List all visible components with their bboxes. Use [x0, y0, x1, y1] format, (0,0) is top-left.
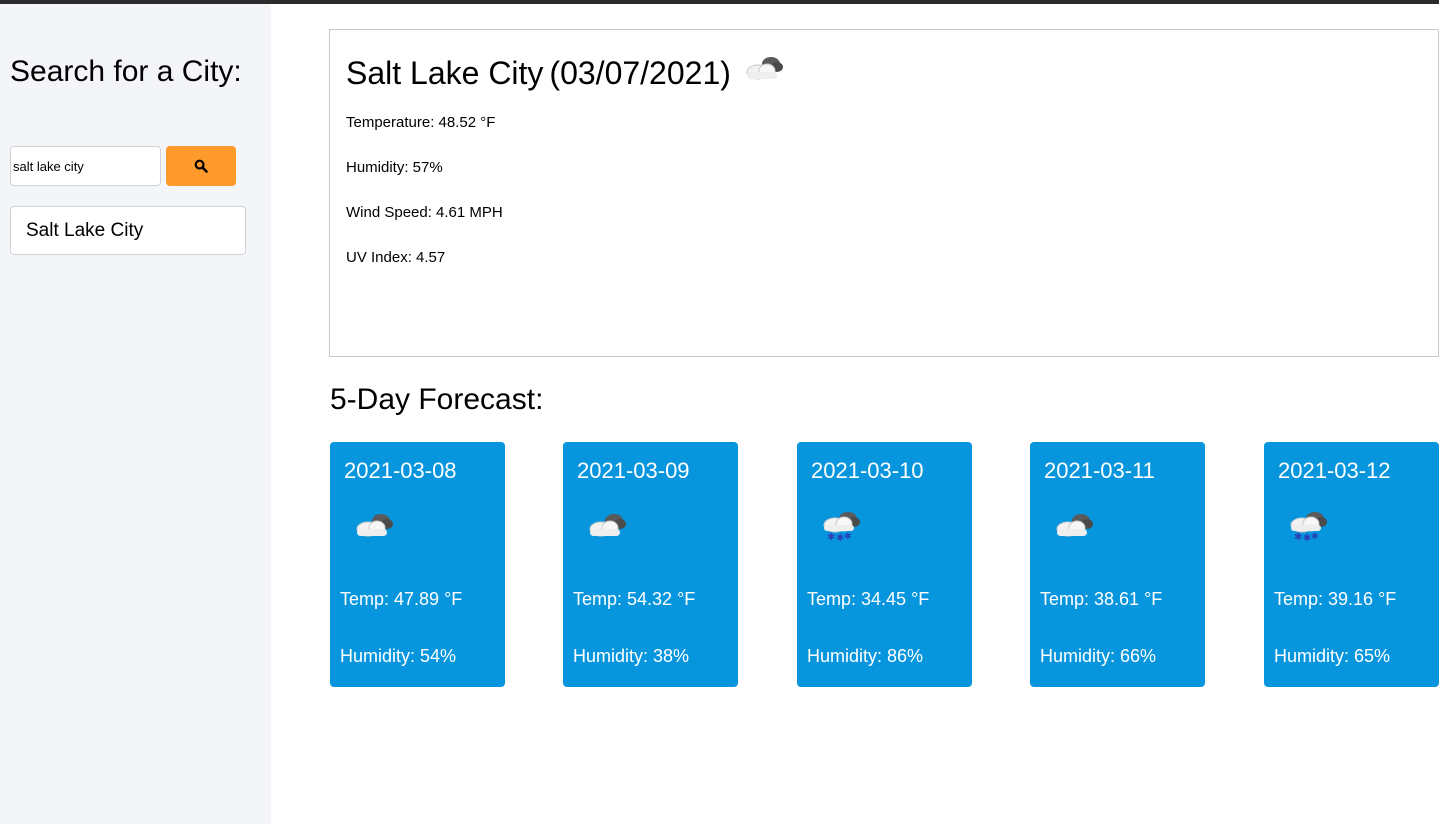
sidebar: Search for a City: Salt Lake City — [0, 4, 271, 824]
search-title: Search for a City: — [10, 55, 242, 88]
forecast-card: 2021-03-12 ✱ ✱ ✱ Temp: 39.16 °F Humidity… — [1264, 442, 1439, 687]
search-icon — [194, 159, 208, 173]
forecast-humidity: Humidity: 65% — [1274, 646, 1391, 666]
forecast-temp: Temp: 54.32 °F — [573, 589, 696, 609]
svg-text:✱: ✱ — [844, 532, 852, 542]
forecast-humidity: Humidity: 54% — [340, 646, 457, 666]
cloudy-icon — [1050, 508, 1096, 547]
current-date: (03/07/2021) — [549, 54, 731, 91]
current-wind-speed: Wind Speed: 4.61 MPH — [346, 204, 503, 221]
svg-text:✱: ✱ — [827, 532, 835, 542]
forecast-card: 2021-03-10 ✱ ✱ ✱ Temp: 34.45 °F Humidity… — [797, 442, 972, 687]
search-input[interactable] — [10, 146, 161, 186]
forecast-humidity: Humidity: 66% — [1040, 646, 1157, 666]
cloudy-icon — [583, 508, 629, 547]
cloudy-icon — [350, 508, 396, 547]
current-temperature: Temperature: 48.52 °F — [346, 114, 496, 131]
forecast-temp: Temp: 38.61 °F — [1040, 589, 1163, 609]
forecast-card: 2021-03-08 Temp: 47.89 °F Humidity: 54% — [330, 442, 505, 687]
forecast-date: 2021-03-12 — [1278, 458, 1391, 483]
forecast-date: 2021-03-10 — [811, 458, 924, 483]
search-button[interactable] — [166, 146, 236, 186]
forecast-date: 2021-03-11 — [1044, 458, 1155, 483]
forecast-card: 2021-03-11 Temp: 38.61 °F Humidity: 66% — [1030, 442, 1205, 687]
cloudy-icon — [741, 52, 785, 93]
forecast-temp: Temp: 34.45 °F — [807, 589, 930, 609]
history-item-salt-lake-city[interactable]: Salt Lake City — [10, 206, 246, 255]
svg-text:✱: ✱ — [1311, 532, 1319, 542]
snow-icon: ✱ ✱ ✱ — [1284, 508, 1330, 547]
current-weather-panel: Salt Lake City (03/07/2021) Temperature:… — [329, 29, 1439, 357]
forecast-date: 2021-03-09 — [577, 458, 690, 483]
forecast-date: 2021-03-08 — [344, 458, 457, 483]
current-weather-heading: Salt Lake City (03/07/2021) — [346, 52, 785, 93]
snow-icon: ✱ ✱ ✱ — [817, 508, 863, 547]
current-uv-index: UV Index: 4.57 — [346, 249, 446, 266]
svg-text:✱: ✱ — [1294, 532, 1302, 542]
forecast-humidity: Humidity: 38% — [573, 646, 690, 666]
forecast-temp: Temp: 39.16 °F — [1274, 589, 1397, 609]
forecast-temp: Temp: 47.89 °F — [340, 589, 463, 609]
current-city: Salt Lake City — [346, 54, 544, 91]
current-humidity: Humidity: 57% — [346, 159, 443, 176]
forecast-card: 2021-03-09 Temp: 54.32 °F Humidity: 38% — [563, 442, 738, 687]
forecast-humidity: Humidity: 86% — [807, 646, 924, 666]
forecast-title: 5-Day Forecast: — [330, 383, 544, 416]
